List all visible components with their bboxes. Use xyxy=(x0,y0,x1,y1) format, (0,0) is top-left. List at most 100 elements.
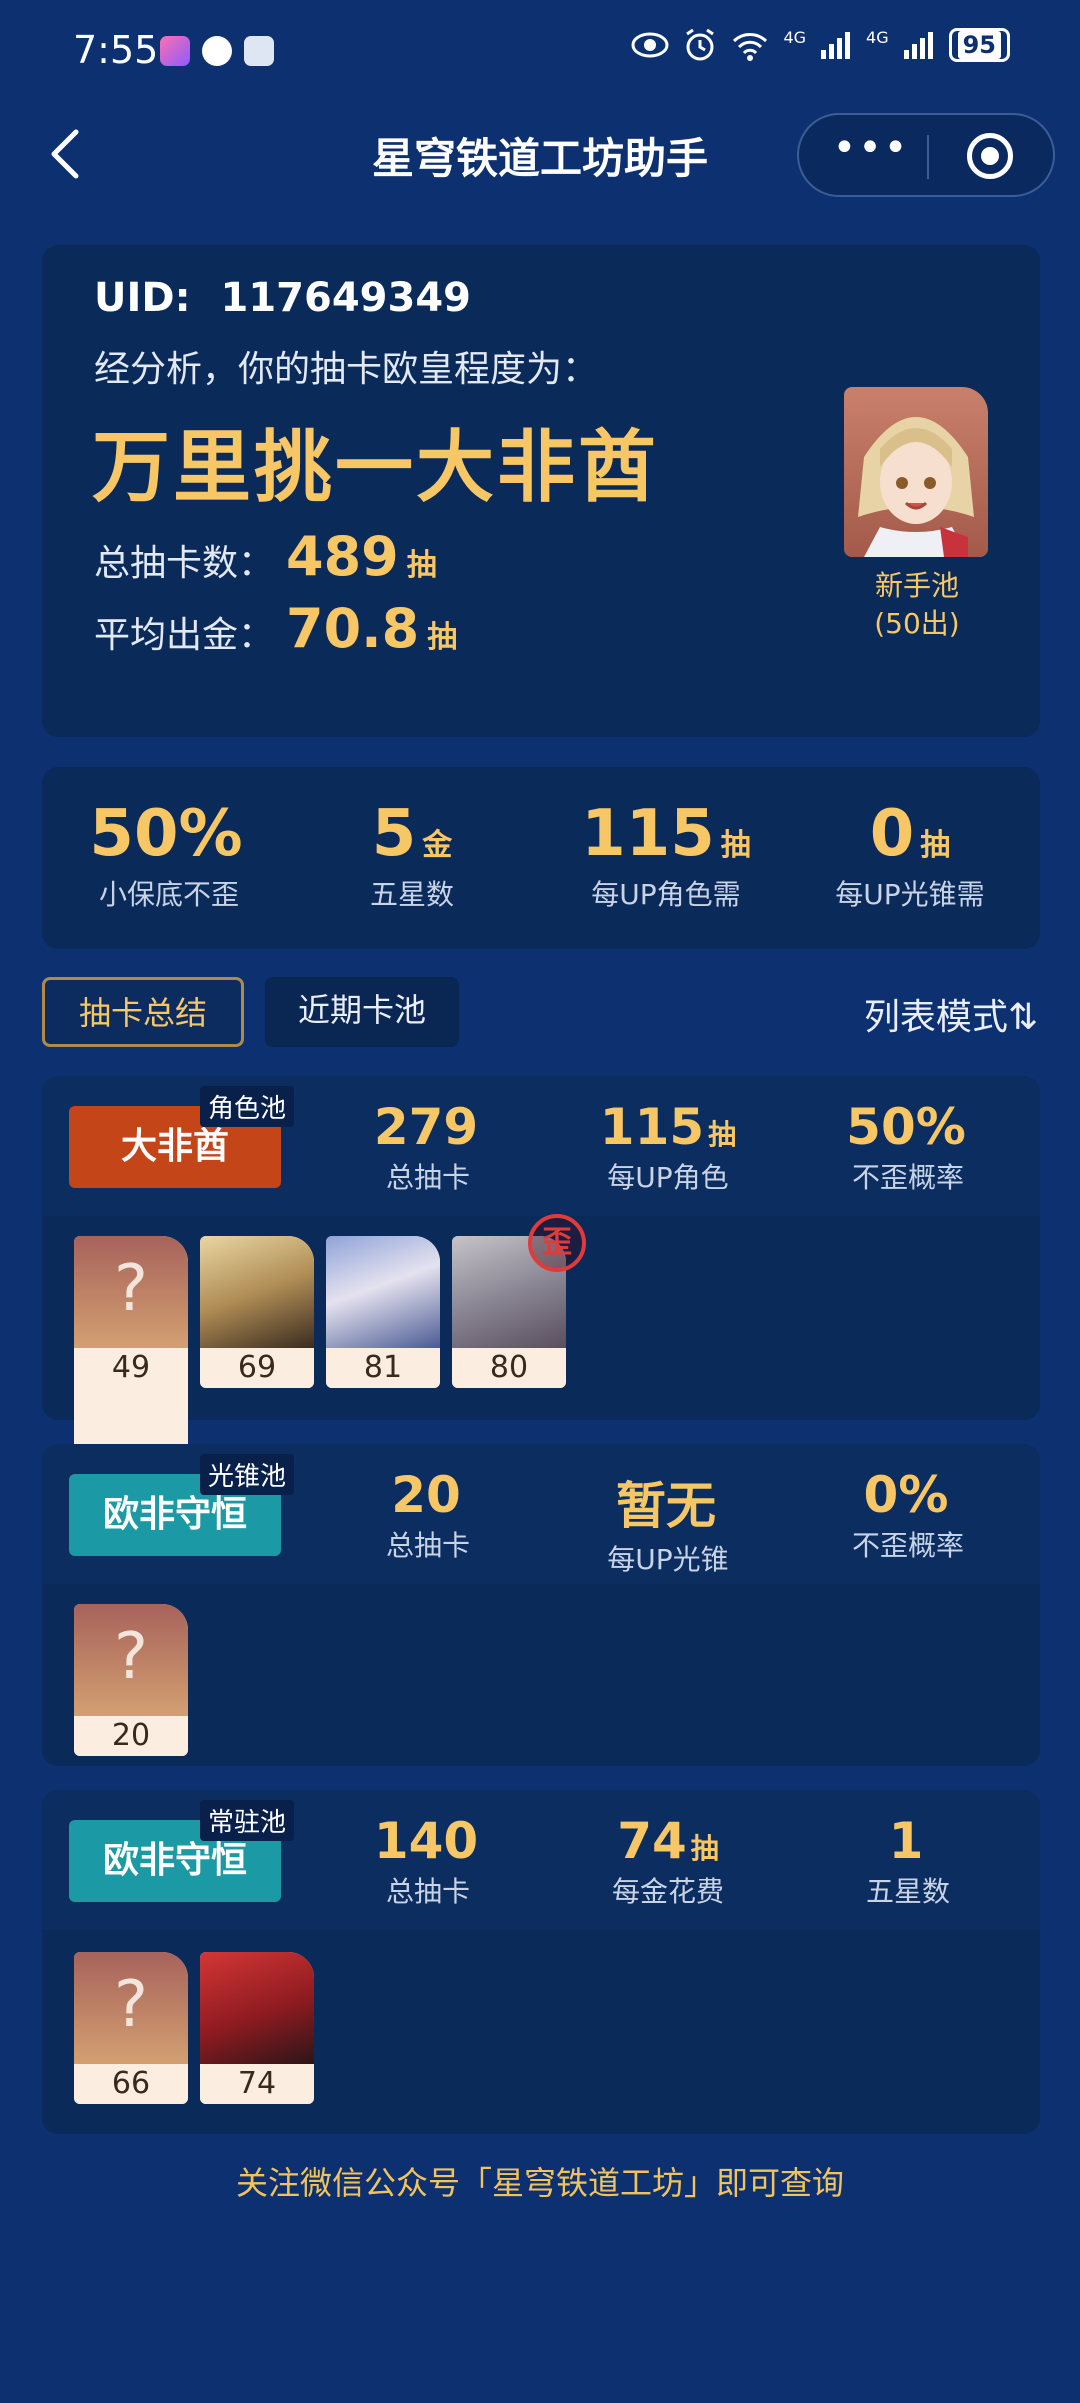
pool-stat-label: 每UP光锥 xyxy=(607,1543,729,1576)
miniprogram-capsule: ••• xyxy=(797,113,1055,197)
metric-label: 每UP角色需 xyxy=(591,878,741,911)
pull-count: 49 xyxy=(74,1348,188,1388)
unknown-item-art: ? xyxy=(74,1604,188,1716)
pool-stat-label: 不歪概率 xyxy=(851,1529,964,1562)
pool-body xyxy=(42,1584,1040,1766)
pool-stat: 1 五星数 xyxy=(788,1812,1028,1910)
pool-stat: 20 总抽卡 xyxy=(308,1466,548,1564)
list-mode-toggle[interactable]: 列表模式⇅ xyxy=(864,988,1038,1040)
metric-label: 五星数 xyxy=(369,878,454,911)
pool-stat-unit: 抽 xyxy=(708,1118,737,1151)
pool-card-standard: 欧非守恒 常驻池 140 总抽卡 74 抽 每金花费 1 五星数 xyxy=(42,1790,1040,2134)
pool-stat: 暂无 每UP光锥 xyxy=(548,1466,788,1578)
analysis-text: 经分析，你的抽卡欧皇程度为： xyxy=(94,349,599,390)
pool-body xyxy=(42,1930,1040,2134)
pull-chip[interactable]: 81 xyxy=(326,1236,440,1388)
signal-icon-1 xyxy=(821,32,851,59)
lost-5050-stamp: 歪 xyxy=(528,1214,586,1272)
pool-stat-value: 1 xyxy=(888,1812,924,1870)
pool-header: 欧非守恒 光锥池 20 总抽卡 暂无 每UP光锥 0% 不歪概率 xyxy=(42,1444,1040,1584)
uid-value: 117649349 xyxy=(220,275,472,321)
newbie-pool-name: 新手池 xyxy=(874,569,959,602)
pool-stat: 0% 不歪概率 xyxy=(788,1466,1028,1564)
metric-label: 小保底不歪 xyxy=(98,878,239,911)
avg-pulls-unit: 抽 xyxy=(427,620,458,655)
question-mark-icon: ? xyxy=(114,1968,148,2042)
metric-item: 115 抽 每UP角色需 xyxy=(546,797,786,913)
signal-icon-2 xyxy=(903,32,933,59)
close-target-icon[interactable] xyxy=(967,133,1013,179)
pool-stat-label: 总抽卡 xyxy=(385,1875,470,1908)
chat-notification-icon xyxy=(202,36,232,66)
pull-count: 81 xyxy=(326,1348,440,1388)
pool-stat-label: 每金花费 xyxy=(611,1875,724,1908)
pool-stat-label: 总抽卡 xyxy=(385,1529,470,1562)
eye-icon xyxy=(631,32,669,58)
pool-stat: 140 总抽卡 xyxy=(308,1812,548,1910)
pool-type-tag: 常驻池 xyxy=(200,1800,295,1841)
metric-label: 每UP光锥需 xyxy=(835,878,985,911)
pool-stat-value: 50% xyxy=(846,1098,966,1156)
status-bar: 7:55 4G 4G 95 xyxy=(0,0,1080,105)
pool-stat-value: 0% xyxy=(863,1466,949,1524)
app-notification-icon xyxy=(160,36,190,66)
uid-line: UID: 117649349 xyxy=(94,275,471,321)
metric-item: 5金 五星数 xyxy=(292,797,532,913)
pull-count: 69 xyxy=(200,1348,314,1388)
alarm-icon xyxy=(686,28,715,61)
pool-type-tag: 角色池 xyxy=(200,1086,295,1127)
metric-item: 0抽 每UP光锥需 xyxy=(790,797,1030,913)
total-pulls-unit: 抽 xyxy=(406,548,437,583)
uid-label: UID: xyxy=(94,275,191,321)
network-label-1: 4G xyxy=(783,28,807,47)
metric-value: 115 xyxy=(581,797,715,871)
luck-verdict: 万里挑一大非酋 xyxy=(92,423,660,513)
pool-stat: 74 抽 每金花费 xyxy=(548,1812,788,1910)
newbie-pool-sub: (50出) xyxy=(874,607,960,640)
tab-recent-pools[interactable]: 近期卡池 xyxy=(265,977,459,1047)
newbie-pool-avatar xyxy=(844,387,988,557)
tab-summary[interactable]: 抽卡总结 xyxy=(42,977,244,1047)
pool-header: 大非酋 角色池 279 总抽卡 115 抽 每UP角色 50% 不歪概率 xyxy=(42,1076,1040,1216)
network-label-2: 4G xyxy=(866,28,889,47)
pull-chip[interactable]: ? 66 xyxy=(74,1952,188,2104)
pool-stat-label: 总抽卡 xyxy=(385,1161,470,1194)
pool-stat-label: 五星数 xyxy=(865,1875,950,1908)
pool-stat-value: 暂无 xyxy=(616,1477,716,1535)
pool-card-lightcone: 欧非守恒 光锥池 20 总抽卡 暂无 每UP光锥 0% 不歪概率 xyxy=(42,1444,1040,1766)
avg-pulls-label: 平均出金： xyxy=(94,615,275,656)
newbie-pool-caption: 新手池 (50出) xyxy=(822,567,1012,643)
pull-chip[interactable]: ? 20 xyxy=(74,1604,188,1756)
more-button[interactable]: ••• xyxy=(831,125,911,171)
character-art xyxy=(200,1952,314,2064)
metric-item: 50% 小保底不歪 xyxy=(49,797,289,913)
avg-pulls-row: 平均出金： 70.8 抽 xyxy=(94,597,457,660)
total-pulls-value: 489 xyxy=(286,525,399,588)
unknown-item-art: ? xyxy=(74,1236,188,1348)
pool-stat-unit: 抽 xyxy=(690,1832,719,1865)
pool-stat-value: 74 xyxy=(617,1812,687,1870)
character-art xyxy=(200,1236,314,1348)
pull-count: 20 xyxy=(74,1716,188,1756)
metric-unit: 抽 xyxy=(720,828,751,863)
unknown-item-art: ? xyxy=(74,1952,188,2064)
status-time: 7:55 xyxy=(73,28,159,72)
metric-unit: 金 xyxy=(422,828,453,863)
pool-header: 欧非守恒 常驻池 140 总抽卡 74 抽 每金花费 1 五星数 xyxy=(42,1790,1040,1930)
pool-stat-value: 140 xyxy=(373,1812,479,1870)
pull-chip[interactable]: ? 49 xyxy=(74,1236,188,1388)
metric-value: 50% xyxy=(89,797,243,871)
status-right: 4G 4G 95 xyxy=(631,28,1010,62)
character-art xyxy=(326,1236,440,1348)
metric-value: 5 xyxy=(371,797,417,871)
character-portrait-icon xyxy=(858,417,974,557)
pool-stat-label: 每UP角色 xyxy=(607,1161,729,1194)
metrics-card: 50% 小保底不歪 5金 五星数 115 抽 每UP角色需 0抽 每UP光锥需 xyxy=(42,767,1040,949)
pool-stat-value: 279 xyxy=(373,1098,479,1156)
battery-level: 95 xyxy=(957,31,1001,59)
pull-count: 66 xyxy=(74,2064,188,2104)
total-pulls-row: 总抽卡数： 489 抽 xyxy=(94,525,437,588)
pull-chip[interactable]: 74 xyxy=(200,1952,314,2104)
pull-count: 74 xyxy=(200,2064,314,2104)
pull-chip[interactable]: 69 xyxy=(200,1236,314,1388)
